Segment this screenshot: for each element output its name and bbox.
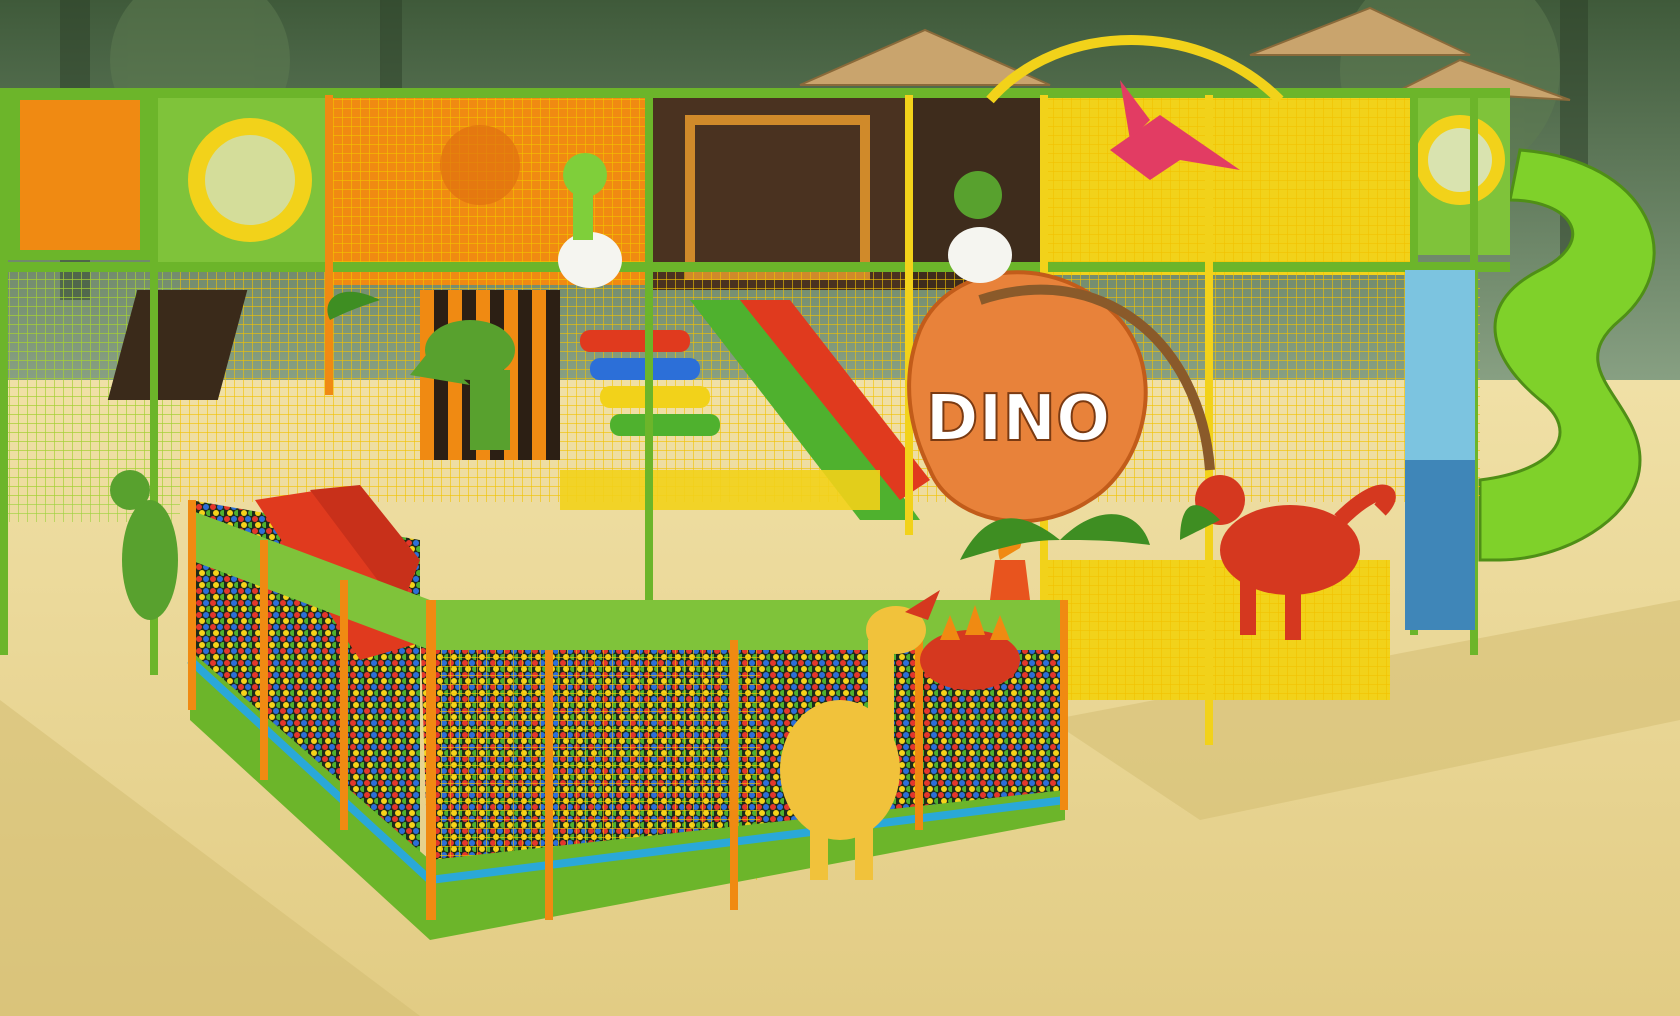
indoor-playground-scene: DINO (0, 0, 1680, 1016)
sign-text: DINO (926, 382, 1111, 456)
